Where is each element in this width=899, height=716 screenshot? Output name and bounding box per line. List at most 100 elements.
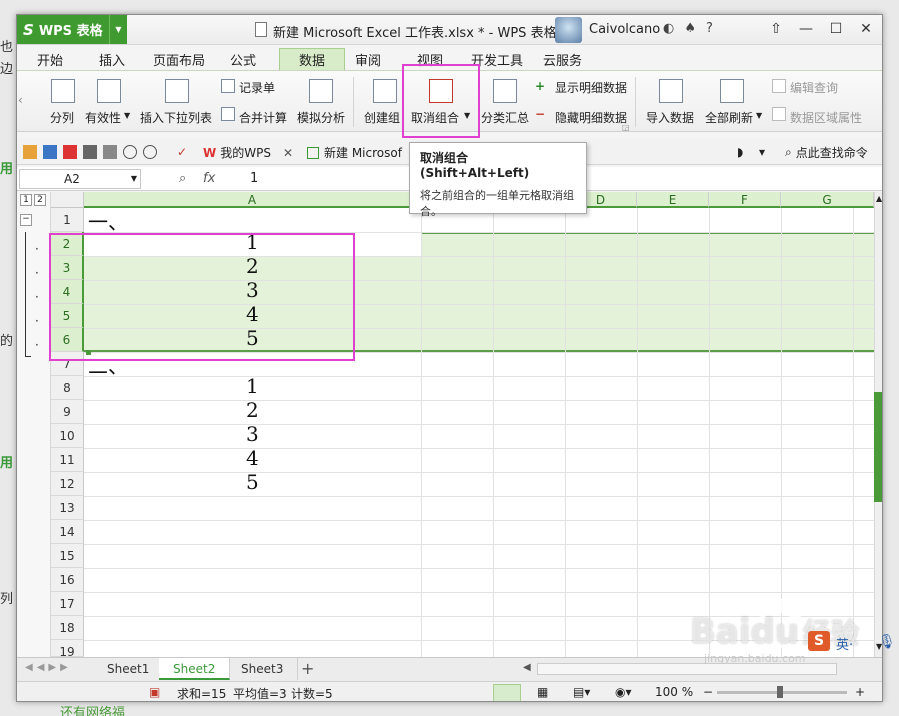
column-header-f[interactable]: F: [709, 192, 781, 208]
row-header[interactable]: 11: [51, 448, 84, 472]
fx-label[interactable]: fx: [203, 171, 215, 186]
tab-my-wps[interactable]: W 我的WPS ✕: [203, 142, 293, 163]
cell-a10[interactable]: 3: [246, 422, 259, 446]
undo-icon[interactable]: [123, 145, 137, 159]
nav-icon[interactable]: ◗: [737, 145, 751, 159]
range-props-button[interactable]: 数据区域属性: [790, 109, 862, 126]
import-data-button[interactable]: 导入数据: [646, 109, 694, 126]
customize-icon[interactable]: ✓: [177, 145, 191, 159]
simulate-button[interactable]: 模拟分析: [297, 109, 345, 126]
zoom-level[interactable]: 100 %: [655, 685, 693, 699]
find-command[interactable]: ⌕ 点此查找命令: [785, 142, 868, 163]
column-header-g[interactable]: G: [781, 192, 874, 208]
name-box[interactable]: A2 ▼: [19, 169, 141, 189]
outline-level-2[interactable]: 2: [34, 194, 46, 206]
preview-icon[interactable]: [103, 145, 117, 159]
ime-lang-icon[interactable]: 英·: [836, 634, 853, 653]
reading-view-icon[interactable]: ◉▾: [615, 685, 632, 699]
validity-button[interactable]: 有效性: [85, 109, 121, 126]
tab-data[interactable]: 数据: [279, 48, 345, 70]
merge-calc-button[interactable]: 合并计算: [239, 109, 287, 126]
column-header-a[interactable]: A: [84, 192, 421, 208]
row-header[interactable]: 8: [51, 376, 84, 400]
print-icon[interactable]: [83, 145, 97, 159]
tab-review[interactable]: 审阅: [349, 48, 387, 70]
close-icon[interactable]: ✕: [283, 146, 293, 160]
row-header[interactable]: 18: [51, 616, 84, 640]
insert-dropdown-button[interactable]: 插入下拉列表: [140, 109, 212, 126]
sheet-nav-arrows-icon[interactable]: ◀◀▶▶: [25, 662, 72, 673]
zoom-slider-knob[interactable]: [777, 686, 783, 698]
hide-detail-button[interactable]: 隐藏明细数据: [555, 109, 627, 126]
cell-a1[interactable]: 一、: [88, 206, 128, 235]
scroll-thumb[interactable]: [874, 392, 882, 502]
subtotal-button[interactable]: 分类汇总: [481, 109, 529, 126]
minimize-button[interactable]: —: [792, 18, 820, 40]
chevron-down-icon[interactable]: ▼: [756, 111, 762, 120]
row-header[interactable]: 19: [51, 640, 84, 657]
user-name[interactable]: Caivolcano: [589, 22, 660, 37]
scroll-left-icon[interactable]: ◀: [523, 662, 531, 673]
refresh-all-button[interactable]: 全部刷新: [705, 109, 753, 126]
wps-menu-button[interactable]: S WPS 表格 ▼: [17, 15, 127, 44]
row-header[interactable]: 15: [51, 544, 84, 568]
row-header[interactable]: 1: [51, 208, 84, 232]
chevron-down-icon[interactable]: ▼: [131, 170, 137, 188]
split-button[interactable]: 分列: [50, 109, 74, 126]
row-header[interactable]: 10: [51, 424, 84, 448]
shirt-icon[interactable]: ♠: [684, 21, 696, 36]
tab-document[interactable]: 新建 Microsof: [307, 142, 402, 163]
row-header[interactable]: 14: [51, 520, 84, 544]
tab-page-layout[interactable]: 页面布局: [147, 48, 211, 70]
pdf-icon[interactable]: [63, 145, 77, 159]
zoom-in-icon[interactable]: +: [855, 685, 865, 699]
expand-icon[interactable]: ◲: [622, 123, 630, 132]
zoom-search-icon[interactable]: ⌕: [179, 171, 186, 186]
help-icon[interactable]: ?: [706, 21, 713, 36]
chevron-down-icon[interactable]: ▼: [124, 111, 130, 120]
edit-query-button[interactable]: 编辑查询: [790, 79, 838, 96]
select-all-corner[interactable]: [51, 192, 84, 208]
record-sheet-button[interactable]: 记录单: [239, 79, 275, 96]
macro-icon[interactable]: ▣: [149, 685, 160, 699]
vertical-scrollbar[interactable]: ▲ ▼: [874, 192, 882, 657]
close-button[interactable]: ✕: [852, 18, 880, 40]
column-header-e[interactable]: E: [637, 192, 709, 208]
microphone-icon[interactable]: 🎙: [878, 634, 896, 650]
chevron-down-icon[interactable]: ▼: [109, 15, 127, 44]
avatar[interactable]: [555, 17, 582, 43]
cell-a9[interactable]: 2: [246, 398, 259, 422]
menu-icon[interactable]: ▾: [759, 145, 773, 159]
sogou-ime-icon[interactable]: S: [808, 631, 830, 651]
row-header[interactable]: 12: [51, 472, 84, 496]
tab-insert[interactable]: 插入: [93, 48, 131, 70]
restore-up-icon[interactable]: ⇧: [762, 18, 790, 40]
row-header[interactable]: 9: [51, 400, 84, 424]
page-break-view-icon[interactable]: ▦: [537, 685, 548, 699]
cell-a12[interactable]: 5: [246, 470, 259, 494]
tab-cloud[interactable]: 云服务: [537, 48, 588, 70]
save-icon[interactable]: [43, 145, 57, 159]
normal-view-button[interactable]: [493, 684, 521, 701]
create-group-button[interactable]: 创建组: [364, 109, 400, 126]
row-header[interactable]: 17: [51, 592, 84, 616]
tab-formula[interactable]: 公式: [224, 48, 262, 70]
sheet-tab-1[interactable]: Sheet1: [93, 658, 165, 680]
open-folder-icon[interactable]: [23, 145, 37, 159]
row-header[interactable]: 13: [51, 496, 84, 520]
redo-icon[interactable]: [143, 145, 157, 159]
row-header[interactable]: 16: [51, 568, 84, 592]
zoom-out-icon[interactable]: −: [703, 685, 713, 699]
page-layout-view-icon[interactable]: ▤▾: [573, 685, 590, 699]
show-detail-button[interactable]: 显示明细数据: [555, 79, 627, 96]
add-sheet-icon[interactable]: +: [301, 659, 314, 678]
skin-icon[interactable]: ◐: [663, 21, 674, 36]
outline-level-1[interactable]: 1: [20, 194, 32, 206]
maximize-button[interactable]: ☐: [822, 18, 850, 40]
scroll-up-icon[interactable]: ▲: [876, 194, 882, 203]
tab-home[interactable]: 开始: [31, 48, 69, 70]
sheet-tab-2[interactable]: Sheet2: [159, 658, 231, 680]
formula-input[interactable]: 1: [250, 171, 258, 186]
collapse-group-icon[interactable]: −: [20, 214, 32, 226]
ribbon-scroll-left-icon[interactable]: ‹: [18, 93, 23, 107]
